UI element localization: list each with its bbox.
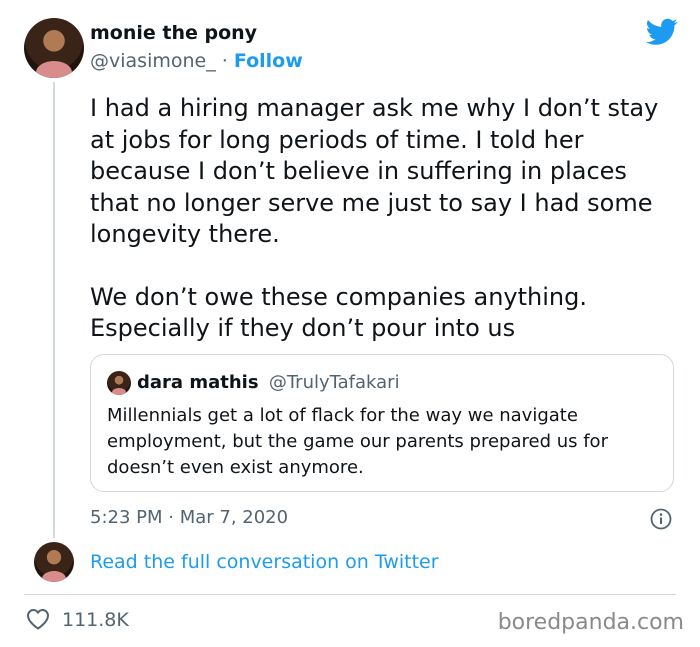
- info-icon[interactable]: [650, 508, 672, 530]
- author-handle[interactable]: @viasimone_: [90, 50, 216, 72]
- tweet-timestamp[interactable]: 5:23 PM · Mar 7, 2020: [90, 507, 288, 528]
- twitter-bird-icon[interactable]: [646, 18, 678, 46]
- quoted-author: dara mathis @TrulyTafakari: [137, 372, 400, 393]
- tweet-text: I had a hiring manager ask me why I don’…: [90, 93, 680, 345]
- tweet-paragraph: We don’t owe these companies anything. E…: [90, 282, 587, 343]
- quoted-author-handle: @TrulyTafakari: [268, 372, 400, 393]
- watermark: boredpanda.com: [497, 610, 684, 635]
- quoted-author-avatar: [107, 371, 131, 395]
- quoted-tweet[interactable]: dara mathis @TrulyTafakari Millennials g…: [90, 354, 674, 492]
- heart-icon[interactable]: [26, 608, 50, 630]
- quoted-tweet-text: Millennials get a lot of flack for the w…: [107, 405, 608, 478]
- follow-button[interactable]: Follow: [234, 50, 303, 72]
- like-count: 111.8K: [62, 609, 129, 631]
- author-avatar[interactable]: [24, 18, 84, 78]
- quoted-author-name: dara mathis: [137, 372, 259, 393]
- tweet-paragraph: I had a hiring manager ask me why I don’…: [90, 94, 659, 248]
- author-name[interactable]: monie the pony: [90, 22, 257, 44]
- separator-dot: ·: [221, 50, 228, 72]
- author-handle-row: @viasimone_ · Follow: [90, 50, 303, 72]
- conversation-avatar: [34, 542, 74, 582]
- read-full-conversation-link[interactable]: Read the full conversation on Twitter: [90, 551, 439, 573]
- thread-line: [53, 82, 55, 538]
- divider: [24, 594, 676, 595]
